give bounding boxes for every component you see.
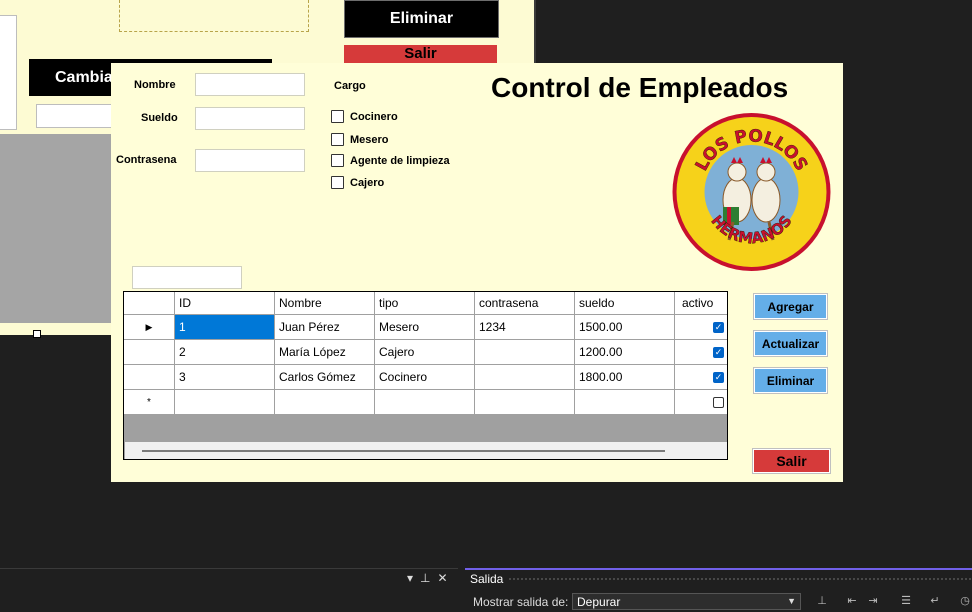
nombre-input[interactable] xyxy=(195,73,305,96)
cell-activo-empty[interactable] xyxy=(675,390,727,415)
cell-activo[interactable]: ✓ xyxy=(675,365,727,390)
employees-grid[interactable]: ID Nombre tipo contrasena sueldo activo … xyxy=(123,291,728,460)
cell-id[interactable]: 3 xyxy=(175,365,275,390)
cell-sueldo-empty[interactable] xyxy=(575,390,675,415)
agente-limpieza-checkbox[interactable] xyxy=(331,154,344,167)
background-input[interactable] xyxy=(36,104,118,128)
cell-sueldo[interactable]: 1500.00 xyxy=(575,315,675,340)
column-header-tipo[interactable]: tipo xyxy=(375,292,475,315)
cell-id[interactable]: 2 xyxy=(175,340,275,365)
cocinero-label: Cocinero xyxy=(350,110,398,123)
column-header-contrasena[interactable]: contrasena xyxy=(475,292,575,315)
cajero-label: Cajero xyxy=(350,176,385,189)
chevron-down-icon: ▼ xyxy=(787,596,796,606)
table-new-row[interactable]: * xyxy=(124,390,727,415)
cell-tipo[interactable]: Cajero xyxy=(375,340,475,365)
cell-nombre[interactable]: Carlos Gómez xyxy=(275,365,375,390)
row-selector[interactable] xyxy=(124,365,175,390)
dropdown-arrow-icon[interactable]: ▾ xyxy=(407,571,413,585)
cell-tipo[interactable]: Cocinero xyxy=(375,365,475,390)
cell-id-empty[interactable] xyxy=(175,390,275,415)
search-input[interactable] xyxy=(132,266,242,289)
actualizar-button[interactable]: Actualizar xyxy=(753,330,828,357)
show-output-from-value: Depurar xyxy=(577,594,621,609)
panel-drag-grip[interactable] xyxy=(508,577,972,581)
cell-tipo[interactable]: Mesero xyxy=(375,315,475,340)
sueldo-label: Sueldo xyxy=(141,112,178,124)
background-gray-panel xyxy=(0,134,112,323)
cargo-label: Cargo xyxy=(334,80,366,92)
show-output-from-label: Mostrar salida de: xyxy=(473,595,569,609)
history-icon[interactable]: ◷ xyxy=(958,594,972,608)
agente-limpieza-label: Agente de limpieza xyxy=(350,154,450,167)
next-message-icon[interactable]: ⇥ xyxy=(866,594,880,608)
page-title: Control de Empleados xyxy=(491,72,789,103)
row-selector-arrow-icon[interactable]: ▶ xyxy=(124,315,175,340)
sueldo-input[interactable] xyxy=(195,107,305,130)
cocinero-checkbox[interactable] xyxy=(331,110,344,123)
los-pollos-hermanos-logo: LOS POLLOS HERMANOS xyxy=(672,113,831,271)
activo-checkbox-checked[interactable]: ✓ xyxy=(713,346,724,358)
show-output-from-select[interactable]: Depurar ▼ xyxy=(572,593,801,610)
output-panel-title[interactable]: Salida xyxy=(470,572,503,586)
find-message-icon[interactable]: ⊥ xyxy=(815,594,829,608)
cargo-option-mesero[interactable]: Mesero xyxy=(331,133,389,146)
cargo-option-cajero[interactable]: Cajero xyxy=(331,176,384,189)
word-wrap-icon[interactable]: ↵ xyxy=(928,594,942,608)
table-row[interactable]: 3 Carlos Gómez Cocinero 1800.00 ✓ xyxy=(124,365,727,390)
background-white-panel xyxy=(0,15,17,130)
mesero-checkbox[interactable] xyxy=(331,133,344,146)
activo-checkbox-checked[interactable]: ✓ xyxy=(713,371,724,383)
activo-checkbox-unchecked[interactable] xyxy=(713,396,724,408)
grid-header-row: ID Nombre tipo contrasena sueldo activo xyxy=(124,292,727,317)
resize-handle[interactable] xyxy=(33,330,41,338)
cell-nombre[interactable]: María López xyxy=(275,340,375,365)
grid-horizontal-scrollbar[interactable] xyxy=(125,442,727,459)
new-row-marker-icon: * xyxy=(124,390,175,415)
contrasena-label: Contrasena xyxy=(116,154,177,166)
grid-empty-area xyxy=(125,415,727,442)
contrasena-input[interactable] xyxy=(195,149,305,172)
scrollbar-thumb[interactable] xyxy=(142,450,665,452)
cell-contrasena-empty[interactable] xyxy=(475,390,575,415)
background-eliminar-button[interactable]: Eliminar xyxy=(344,0,499,38)
cargo-option-agente-limpieza[interactable]: Agente de limpieza xyxy=(331,154,450,167)
agregar-button[interactable]: Agregar xyxy=(753,293,828,320)
clear-all-icon[interactable]: ☰ xyxy=(899,594,913,608)
table-row[interactable]: ▶ 1 Juan Pérez Mesero 1234 1500.00 ✓ xyxy=(124,315,727,340)
background-dashed-placeholder xyxy=(119,0,309,32)
column-header-id[interactable]: ID xyxy=(175,292,275,315)
cell-contrasena[interactable] xyxy=(475,365,575,390)
mesero-label: Mesero xyxy=(350,133,389,146)
row-selector[interactable] xyxy=(124,340,175,365)
ide-left-panel xyxy=(0,568,458,611)
table-row[interactable]: 2 María López Cajero 1200.00 ✓ xyxy=(124,340,727,365)
cell-nombre-empty[interactable] xyxy=(275,390,375,415)
cell-activo[interactable]: ✓ xyxy=(675,340,727,365)
cell-id[interactable]: 1 xyxy=(175,315,275,340)
column-header-activo[interactable]: activo xyxy=(675,292,727,315)
cajero-checkbox[interactable] xyxy=(331,176,344,189)
previous-message-icon[interactable]: ⇤ xyxy=(845,594,859,608)
pin-icon[interactable]: ⊥ xyxy=(420,571,430,585)
column-header-sueldo[interactable]: sueldo xyxy=(575,292,675,315)
row-header-corner xyxy=(124,292,175,315)
cell-contrasena[interactable]: 1234 xyxy=(475,315,575,340)
cargo-option-cocinero[interactable]: Cocinero xyxy=(331,110,398,123)
cell-tipo-empty[interactable] xyxy=(375,390,475,415)
column-header-nombre[interactable]: Nombre xyxy=(275,292,375,315)
panel-toolbar: ▾ ⊥ ✕ xyxy=(407,571,448,585)
cell-sueldo[interactable]: 1200.00 xyxy=(575,340,675,365)
cell-sueldo[interactable]: 1800.00 xyxy=(575,365,675,390)
cell-activo[interactable]: ✓ xyxy=(675,315,727,340)
close-icon[interactable]: ✕ xyxy=(437,571,447,585)
salir-button[interactable]: Salir xyxy=(752,448,831,474)
eliminar-button[interactable]: Eliminar xyxy=(753,367,828,394)
nombre-label: Nombre xyxy=(134,79,176,91)
activo-checkbox-checked[interactable]: ✓ xyxy=(713,321,724,333)
cell-contrasena[interactable] xyxy=(475,340,575,365)
cell-nombre[interactable]: Juan Pérez xyxy=(275,315,375,340)
